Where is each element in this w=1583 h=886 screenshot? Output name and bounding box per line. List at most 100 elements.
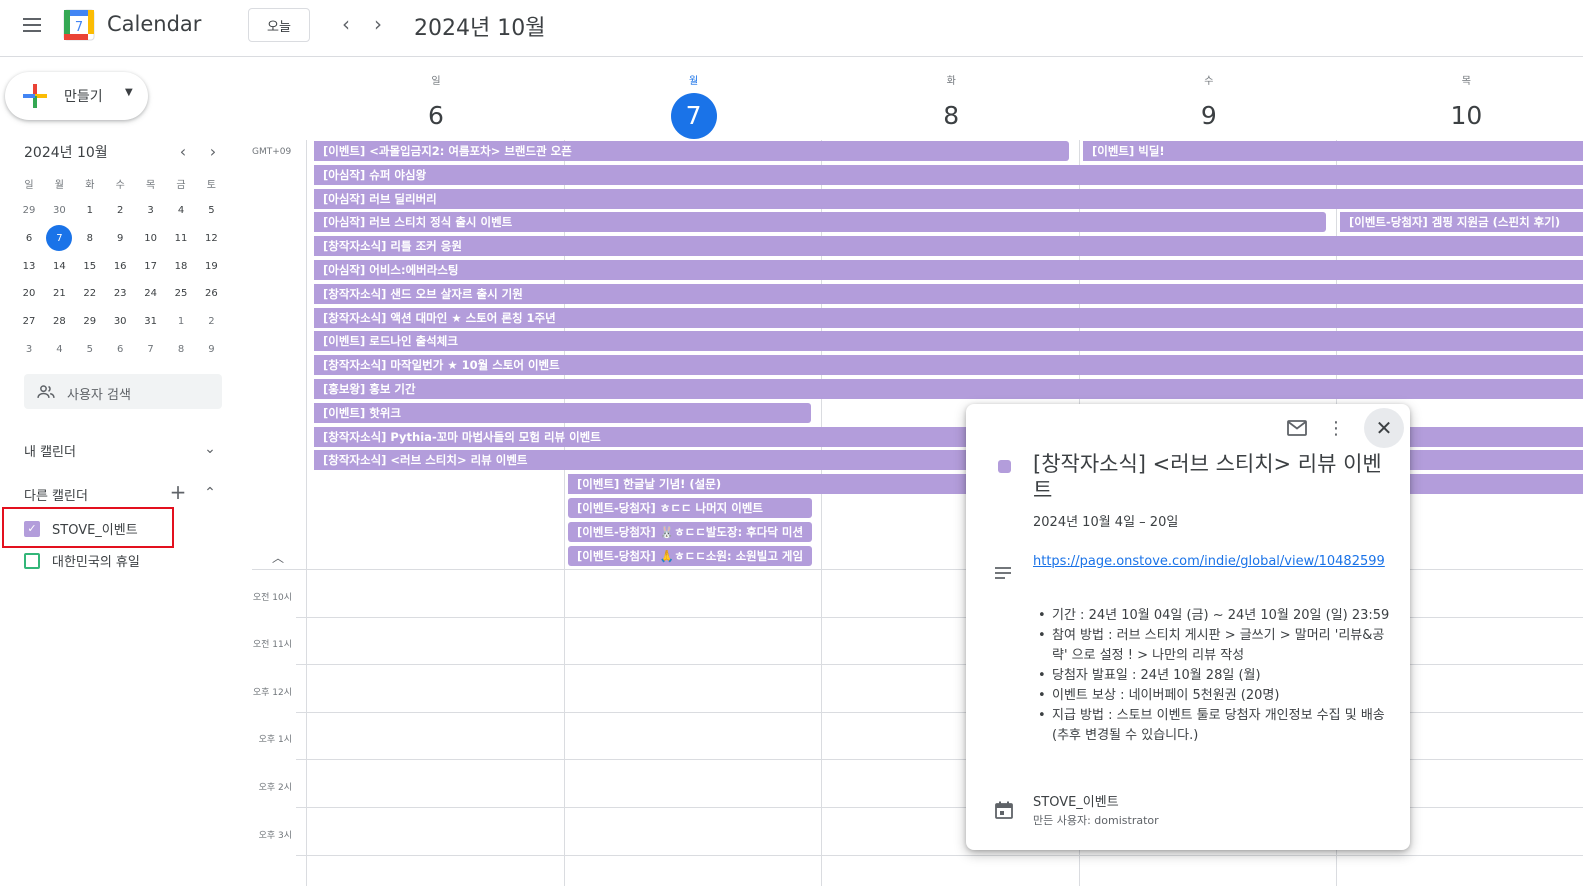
- main-menu-icon[interactable]: [16, 9, 48, 41]
- all-day-event[interactable]: [홍보왕] 홍보 기간: [314, 379, 1583, 399]
- mini-calendar-day[interactable]: 1: [168, 309, 194, 335]
- my-calendars-expand-icon[interactable]: ⌄: [198, 437, 222, 461]
- mini-calendar-day[interactable]: 5: [198, 198, 224, 224]
- mini-calendar-day[interactable]: 18: [168, 253, 194, 279]
- day-number[interactable]: 7: [670, 93, 717, 139]
- day-column-header[interactable]: 화8: [822, 72, 1080, 139]
- day-column-header[interactable]: 수9: [1080, 72, 1338, 139]
- mini-calendar-day[interactable]: 9: [107, 225, 133, 251]
- mini-calendar-day[interactable]: 16: [107, 253, 133, 279]
- day-number[interactable]: 6: [307, 93, 565, 139]
- mini-calendar-weekday: 토: [206, 179, 216, 191]
- all-day-event[interactable]: [창작자소식] 액션 대마인 ★ 스토어 론칭 1주년: [314, 308, 1583, 328]
- calendar-item-name: 대한민국의 휴일: [52, 555, 140, 570]
- mini-calendar-day[interactable]: 30: [107, 309, 133, 335]
- mini-calendar-weekday: 수: [115, 179, 125, 191]
- mini-calendar-day[interactable]: 24: [138, 281, 164, 307]
- day-number[interactable]: 9: [1080, 93, 1338, 139]
- event-title: [창작자소식] <러브 스티치> 리뷰 이벤트: [1033, 452, 1382, 502]
- mini-calendar-day[interactable]: 26: [198, 281, 224, 307]
- mini-calendar-day[interactable]: 2: [198, 309, 224, 335]
- mini-calendar-day[interactable]: 2: [107, 198, 133, 224]
- other-calendars-collapse-icon[interactable]: ⌃: [198, 481, 222, 505]
- mini-calendar-day[interactable]: 15: [77, 253, 103, 279]
- mini-calendar-day[interactable]: 4: [168, 198, 194, 224]
- mini-calendar-day[interactable]: 7: [138, 336, 164, 362]
- mini-calendar-day[interactable]: 12: [198, 225, 224, 251]
- all-day-event[interactable]: [창작자소식] 마작일번가 ★ 10월 스토어 이벤트: [314, 355, 1583, 375]
- all-day-event[interactable]: [이벤트] 핫위크: [314, 403, 811, 423]
- add-calendar-icon[interactable]: +: [166, 480, 190, 504]
- calendar-checkbox-unchecked[interactable]: [24, 552, 40, 569]
- mini-calendar-day[interactable]: 30: [46, 198, 72, 224]
- mini-calendar-day[interactable]: 13: [16, 253, 42, 279]
- more-options-icon[interactable]: ⋮: [1324, 416, 1348, 440]
- description-icon: [991, 561, 1015, 585]
- mini-calendar-day[interactable]: 9: [198, 336, 224, 362]
- mini-calendar-day[interactable]: 4: [46, 336, 72, 362]
- mini-calendar-day[interactable]: 20: [16, 281, 42, 307]
- mini-calendar-day[interactable]: 6: [107, 336, 133, 362]
- close-icon[interactable]: ✕: [1364, 408, 1404, 448]
- app-name: Calendar: [107, 12, 202, 36]
- all-day-event[interactable]: [이벤트-당첨자] 🙏ㅎㄷㄷ소원: 소원빌고 게임: [568, 546, 812, 566]
- mini-calendar-day[interactable]: 3: [16, 336, 42, 362]
- day-number[interactable]: 10: [1337, 93, 1583, 139]
- all-day-event[interactable]: [아심작] 러브 딜리버리: [314, 189, 1583, 209]
- all-day-event[interactable]: [이벤트-당첨자] 🐰ㅎㄷㄷ발도장: 후다닥 미션: [568, 522, 812, 542]
- mini-calendar-day[interactable]: 23: [107, 281, 133, 307]
- time-label: 오전 10시: [252, 593, 292, 603]
- time-label: 오후 2시: [258, 783, 292, 793]
- top-app-bar: 7 Calendar 오늘 ‹ › 2024년 10월: [0, 0, 1583, 57]
- create-button[interactable]: 만들기 ▼: [5, 72, 148, 120]
- day-number[interactable]: 8: [822, 93, 1080, 139]
- previous-week-icon[interactable]: ‹: [334, 12, 358, 36]
- caret-down-icon: ▼: [125, 87, 133, 98]
- mini-calendar-weekday: 월: [54, 179, 64, 191]
- event-link[interactable]: https://page.onstove.com/indie/global/vi…: [1033, 554, 1385, 569]
- next-week-icon[interactable]: ›: [366, 12, 390, 36]
- mini-calendar-next-icon[interactable]: ›: [201, 139, 225, 163]
- mini-calendar-day[interactable]: 10: [138, 225, 164, 251]
- mini-calendar-day[interactable]: 29: [77, 309, 103, 335]
- mini-calendar-day[interactable]: 21: [46, 281, 72, 307]
- email-guests-icon[interactable]: [1285, 416, 1309, 440]
- mini-calendar-day[interactable]: 22: [77, 281, 103, 307]
- mini-calendar-previous-icon[interactable]: ‹: [171, 139, 195, 163]
- collapse-all-day-icon[interactable]: ︿: [272, 549, 284, 566]
- mini-calendar-day[interactable]: 25: [168, 281, 194, 307]
- user-search-field[interactable]: 사용자 검색: [24, 374, 222, 409]
- today-button[interactable]: 오늘: [248, 8, 310, 42]
- mini-calendar-day[interactable]: 29: [16, 198, 42, 224]
- mini-calendar-day[interactable]: 7: [46, 225, 73, 252]
- mini-calendar-day[interactable]: 27: [16, 309, 42, 335]
- all-day-event[interactable]: [이벤트-당첨자] ㅎㄷㄷ 나머지 이벤트: [568, 498, 812, 518]
- mini-calendar-day[interactable]: 31: [138, 309, 164, 335]
- all-day-event[interactable]: [이벤트] 빅딜!: [1083, 141, 1583, 161]
- mini-calendar-day[interactable]: 17: [138, 253, 164, 279]
- event-color-swatch: [998, 460, 1011, 473]
- day-column-header[interactable]: 일6: [307, 72, 565, 139]
- mini-calendar-day[interactable]: 3: [138, 198, 164, 224]
- all-day-event[interactable]: [창작자소식] 리틀 조커 응원: [314, 236, 1583, 256]
- all-day-event[interactable]: [아심작] 러브 스티치 정식 출시 이벤트: [314, 212, 1326, 232]
- mini-calendar-day[interactable]: 5: [77, 336, 103, 362]
- mini-calendar-day[interactable]: 19: [198, 253, 224, 279]
- all-day-event[interactable]: [이벤트-당첨자] 겜핑 지원금 (스핀치 후기): [1340, 212, 1583, 232]
- calendar-item-korea-holidays[interactable]: 대한민국의 휴일: [24, 551, 140, 570]
- mini-calendar-day[interactable]: 14: [46, 253, 72, 279]
- mini-calendar-day[interactable]: 8: [168, 336, 194, 362]
- all-day-event[interactable]: [아심작] 슈퍼 야심왕: [314, 165, 1583, 185]
- mini-calendar-day[interactable]: 28: [46, 309, 72, 335]
- all-day-event[interactable]: [아심작] 어비스:에버라스팅: [314, 260, 1583, 280]
- mini-calendar-day[interactable]: 11: [168, 225, 194, 251]
- mini-calendar-day[interactable]: 6: [16, 225, 42, 251]
- all-day-event[interactable]: [이벤트] 로드나인 출석체크: [314, 331, 1583, 351]
- day-column-header[interactable]: 목 10: [1337, 72, 1583, 139]
- day-name: 일: [431, 76, 441, 87]
- mini-calendar-day[interactable]: 8: [77, 225, 103, 251]
- all-day-event[interactable]: [창작자소식] 샌드 오브 살자르 출시 기원: [314, 284, 1583, 304]
- day-column-header[interactable]: 월7: [565, 72, 823, 139]
- all-day-event[interactable]: [이벤트] <과몰입금지2: 여름포차> 브랜드관 오픈: [314, 141, 1069, 161]
- mini-calendar-day[interactable]: 1: [77, 198, 103, 224]
